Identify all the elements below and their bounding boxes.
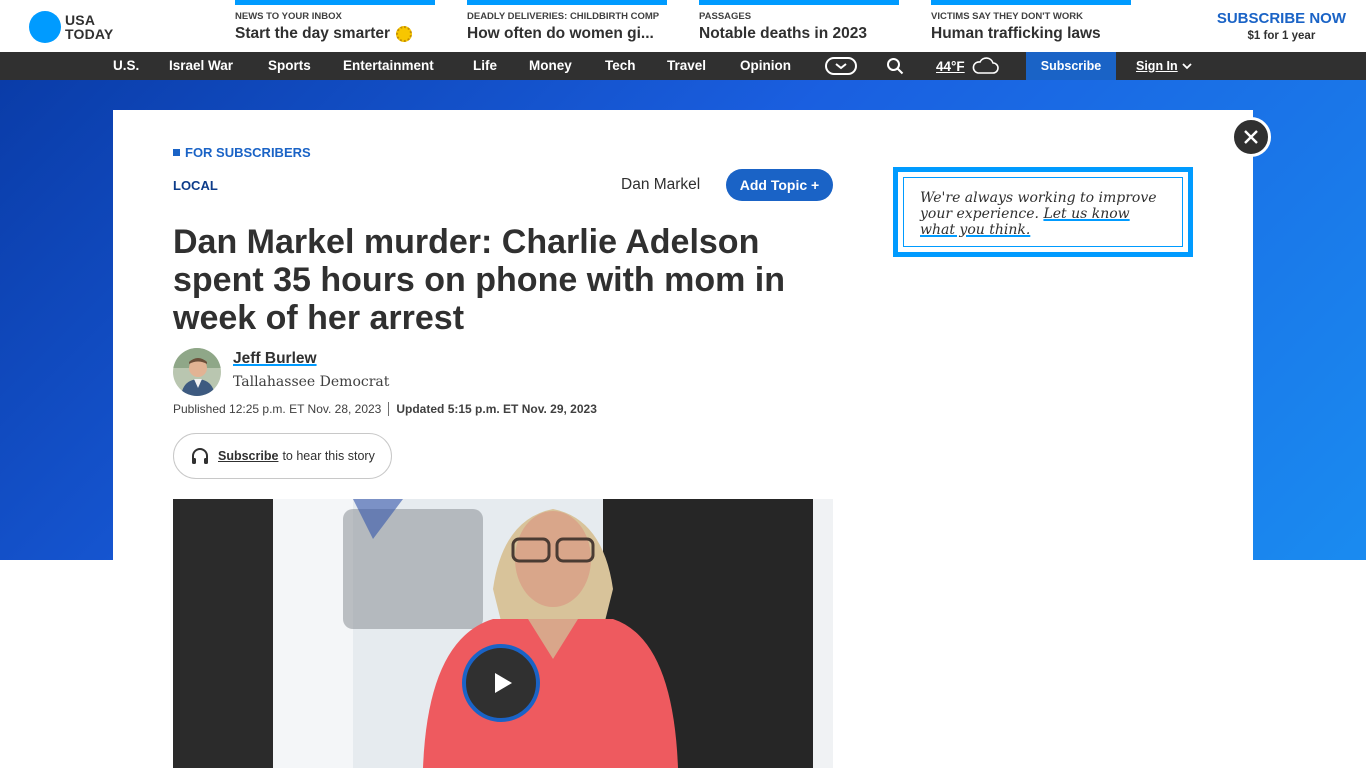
topic-name: Dan Markel <box>621 176 701 193</box>
weather-temp: 44°F <box>936 58 965 74</box>
square-icon <box>173 149 180 156</box>
author-name-link[interactable]: Jeff Burlew <box>233 350 317 368</box>
usa-today-logo[interactable]: USA TODAY <box>29 11 113 43</box>
chevron-down-icon <box>1182 63 1192 70</box>
logo-line1: USA <box>65 12 96 28</box>
nav-item-tech[interactable]: Tech <box>605 52 636 80</box>
updated-date: Updated 5:15 p.m. ET Nov. 29, 2023 <box>396 402 597 416</box>
more-menu-icon[interactable] <box>824 52 858 80</box>
for-subscribers-label: FOR SUBSCRIBERS <box>185 145 311 160</box>
video-thumbnail <box>173 499 833 768</box>
top-bar: USA TODAY NEWS TO YOUR INBOX Start the d… <box>0 0 1366 52</box>
dateline: Published 12:25 p.m. ET Nov. 28, 2023 Up… <box>173 402 597 416</box>
nav-item-travel[interactable]: Travel <box>667 52 706 80</box>
nav-item-opinion[interactable]: Opinion <box>740 52 791 80</box>
add-topic-button[interactable]: Add Topic + <box>726 169 833 201</box>
listen-to-story-button[interactable]: Subscribe to hear this story <box>173 433 392 479</box>
nav-item-us[interactable]: U.S. <box>113 52 139 80</box>
play-button[interactable] <box>462 644 540 722</box>
headphones-icon <box>192 448 208 464</box>
search-icon[interactable] <box>884 52 906 80</box>
sign-in-button[interactable]: Sign In <box>1136 52 1192 80</box>
promo-trafficking[interactable]: VICTIMS SAY THEY DON'T WORK Human traffi… <box>931 0 1131 52</box>
nav-item-entertainment[interactable]: Entertainment <box>343 52 434 80</box>
sun-icon <box>396 26 413 42</box>
for-subscribers-badge: FOR SUBSCRIBERS <box>173 145 311 160</box>
published-date: Published 12:25 p.m. ET Nov. 28, 2023 <box>173 402 382 416</box>
article-headline: Dan Markel murder: Charlie Adelson spent… <box>173 223 786 337</box>
play-icon <box>495 673 512 693</box>
close-button[interactable] <box>1231 117 1271 157</box>
close-icon <box>1244 130 1258 144</box>
promo-kicker: DEADLY DELIVERIES: CHILDBIRTH COMP <box>467 11 660 22</box>
weather-widget[interactable]: 44°F <box>936 52 999 80</box>
listen-text: to hear this story <box>282 449 375 463</box>
nav-item-sports[interactable]: Sports <box>268 52 311 80</box>
sign-in-label: Sign In <box>1136 59 1178 73</box>
promo-childbirth[interactable]: DEADLY DELIVERIES: CHILDBIRTH COMP How o… <box>467 0 667 52</box>
divider <box>388 402 390 416</box>
nav-item-money[interactable]: Money <box>529 52 572 80</box>
subscribe-now-subtitle: $1 for 1 year <box>1247 30 1316 42</box>
author-outlet: Tallahassee Democrat <box>233 374 390 390</box>
main-nav: U.S. Israel War Sports Entertainment Lif… <box>0 52 1366 80</box>
promo-headline: Start the day smarter <box>235 25 391 42</box>
promo-kicker: PASSAGES <box>699 11 752 22</box>
nav-item-israel-war[interactable]: Israel War <box>169 52 233 80</box>
logo-line2: TODAY <box>65 26 114 42</box>
promo-headline: Human trafficking laws <box>931 25 1101 42</box>
promo-kicker: VICTIMS SAY THEY DON'T WORK <box>931 11 1083 22</box>
promo-headline: How often do women gi... <box>467 25 654 42</box>
promo-passages[interactable]: PASSAGES Notable deaths in 2023 <box>699 0 899 52</box>
logo-circle-icon <box>29 11 61 43</box>
nav-item-life[interactable]: Life <box>473 52 497 80</box>
subscribe-now-title: SUBSCRIBE NOW <box>1216 10 1346 27</box>
nav-subscribe-button[interactable]: Subscribe <box>1026 52 1116 80</box>
subscribe-now-button[interactable]: SUBSCRIBE NOW $1 for 1 year <box>1217 10 1346 42</box>
author-avatar[interactable] <box>173 348 221 396</box>
promo-kicker: NEWS TO YOUR INBOX <box>235 11 342 22</box>
listen-subscribe-link[interactable]: Subscribe <box>218 449 278 463</box>
cloud-icon <box>972 57 999 74</box>
video-player[interactable] <box>173 499 833 768</box>
feedback-box: We're always working to improve your exp… <box>893 167 1193 257</box>
section-label[interactable]: LOCAL <box>173 178 218 193</box>
promo-newsletter[interactable]: NEWS TO YOUR INBOX Start the day smarter <box>235 0 435 52</box>
promo-headline: Notable deaths in 2023 <box>699 25 867 42</box>
